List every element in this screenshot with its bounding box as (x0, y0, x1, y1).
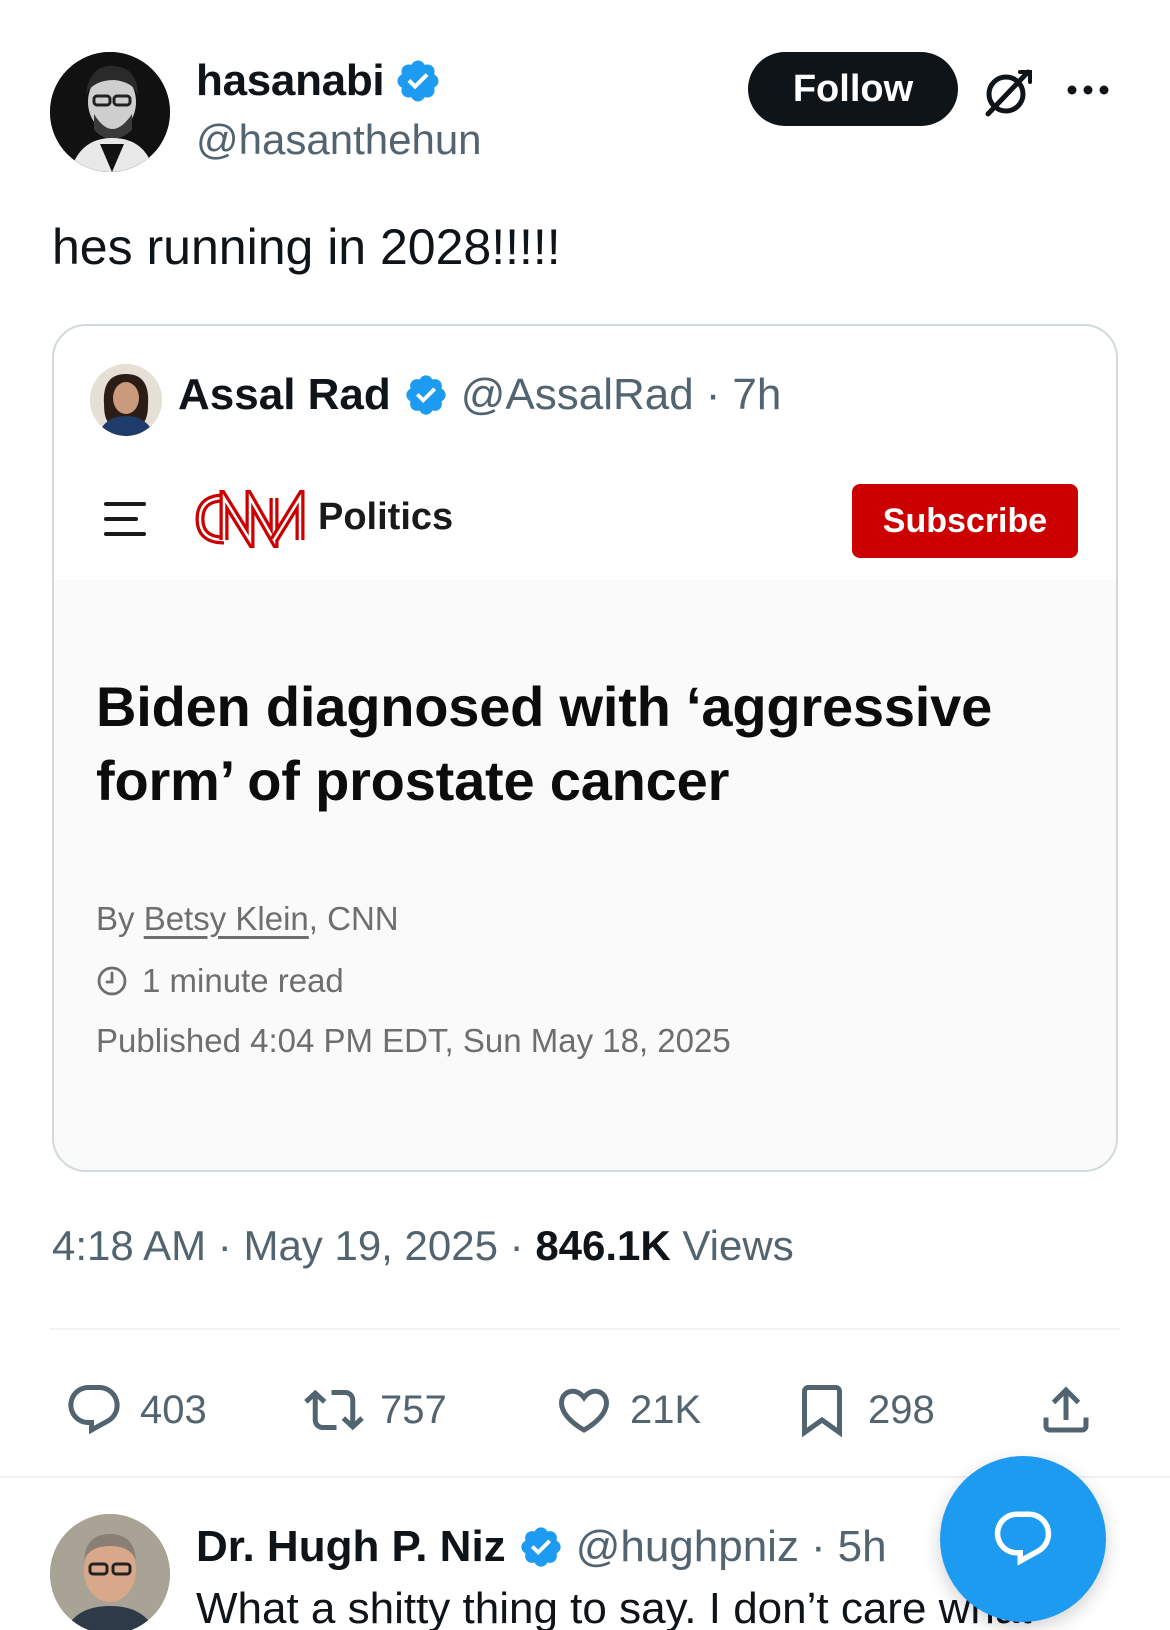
tweet-time[interactable]: 4:18 AM (52, 1222, 206, 1269)
bookmark-button[interactable]: 298 (792, 1380, 935, 1440)
author-avatar[interactable] (50, 52, 170, 172)
quoted-header[interactable]: Assal Rad @AssalRad · 7h (178, 370, 781, 420)
grok-icon[interactable] (980, 64, 1036, 120)
reply-author-avatar[interactable] (50, 1514, 170, 1630)
author-name-row[interactable]: hasanabi (196, 56, 442, 106)
verified-badge-icon (406, 375, 446, 415)
follow-button[interactable]: Follow (748, 52, 958, 126)
reply-time[interactable]: 5h (838, 1522, 887, 1572)
reply-handle[interactable]: @hughpniz (576, 1522, 799, 1572)
author-handle[interactable]: @hasanthehun (196, 116, 482, 164)
reply-text: What a shitty thing to say. I don’t care… (196, 1584, 1032, 1630)
reply-button[interactable]: 403 (64, 1380, 207, 1440)
verified-badge-icon (521, 1527, 561, 1567)
quoted-handle[interactable]: @AssalRad (461, 370, 694, 420)
quoted-display-name[interactable]: Assal Rad (178, 370, 391, 420)
like-count: 21K (630, 1387, 702, 1432)
article-published: Published 4:04 PM EDT, Sun May 18, 2025 (96, 1022, 731, 1059)
clock-icon (97, 966, 127, 996)
meta-separator: · (217, 1222, 232, 1269)
reply-separator: · (810, 1522, 826, 1571)
article-headline: Biden diagnosed with ‘aggressive form’ o… (96, 675, 993, 812)
cnn-header-bar: Politics Subscribe (54, 460, 1116, 580)
more-icon[interactable] (1064, 78, 1112, 102)
reply-display-name[interactable]: Dr. Hugh P. Niz (196, 1522, 506, 1572)
divider (50, 1328, 1120, 1330)
subscribe-button: Subscribe (852, 484, 1078, 558)
menu-icon (104, 502, 146, 536)
byline-prefix: By (96, 900, 144, 937)
article-preview: Biden diagnosed with ‘aggressive form’ o… (54, 580, 1116, 1170)
byline-suffix: , CNN (308, 900, 399, 937)
byline-author: Betsy Klein (143, 900, 309, 937)
reply-count: 403 (140, 1387, 207, 1432)
article-read-time: 1 minute read (96, 962, 344, 1000)
retweet-button[interactable]: 757 (304, 1380, 447, 1440)
retweet-icon (304, 1389, 364, 1431)
cnn-section-label: Politics (318, 496, 454, 538)
quoted-tweet-card[interactable]: Assal Rad @AssalRad · 7h Politics Subscr… (52, 324, 1118, 1172)
compose-reply-icon (994, 1511, 1052, 1566)
views-count[interactable]: 846.1K (535, 1222, 670, 1269)
quoted-author-avatar[interactable] (90, 364, 162, 436)
like-icon (558, 1388, 610, 1433)
tweet-text: hes running in 2028!!!!! (52, 219, 561, 275)
cnn-logo (195, 490, 305, 548)
like-button[interactable]: 21K (554, 1380, 701, 1440)
tweet-date[interactable]: May 19, 2025 (243, 1222, 498, 1269)
share-button[interactable] (1036, 1380, 1096, 1440)
compose-reply-button[interactable] (940, 1456, 1106, 1622)
bookmark-icon (802, 1385, 842, 1438)
article-byline: By Betsy Klein, CNN (96, 900, 399, 938)
meta-separator: · (509, 1222, 524, 1269)
reply-header[interactable]: Dr. Hugh P. Niz @hughpniz · 5h (196, 1522, 887, 1572)
reply-icon (68, 1385, 120, 1435)
verified-badge-icon (397, 60, 439, 102)
tweet-timestamp: 4:18 AM · May 19, 2025 · 846.1K Views (52, 1222, 794, 1270)
quoted-separator: · (705, 370, 721, 419)
read-time-text: 1 minute read (142, 962, 344, 999)
quoted-time[interactable]: 7h (732, 370, 781, 420)
author-display-name[interactable]: hasanabi (196, 56, 385, 106)
retweet-count: 757 (380, 1387, 447, 1432)
views-label: Views (682, 1222, 794, 1269)
bookmark-count: 298 (868, 1387, 935, 1432)
share-icon (1043, 1386, 1089, 1433)
